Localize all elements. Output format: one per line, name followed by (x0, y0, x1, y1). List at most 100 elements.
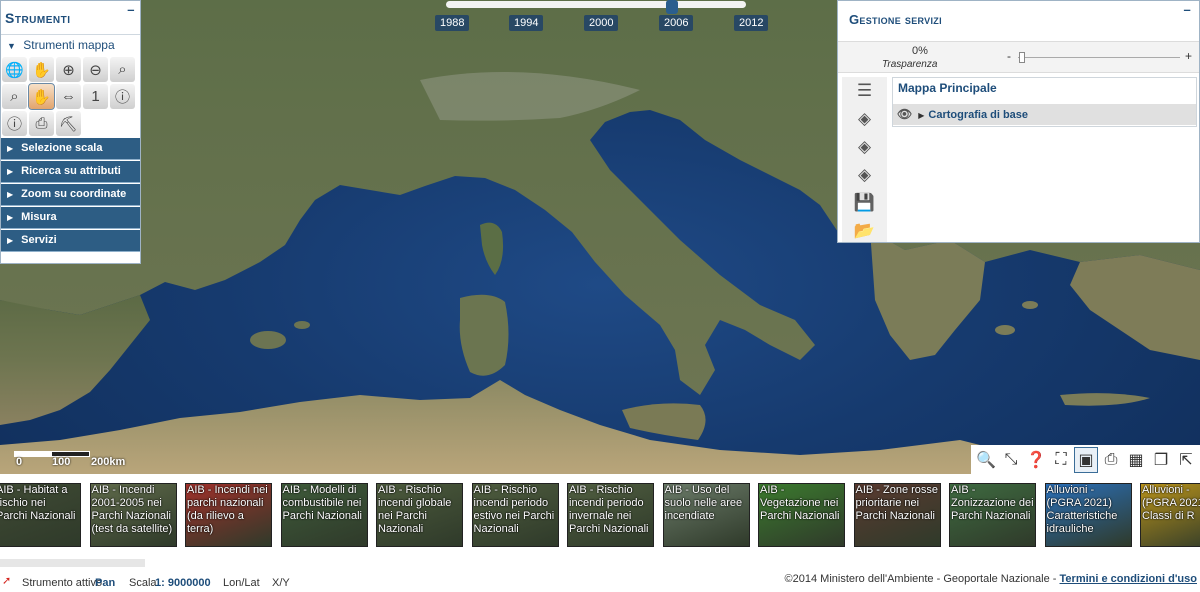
theme-card[interactable]: AIB - Modelli di combustibile nei Parchi… (280, 483, 368, 547)
year-label[interactable]: 1988 (435, 15, 470, 31)
theme-card[interactable]: AIB - Vegetazione nei Parchi Nazionali (758, 483, 845, 547)
theme-card[interactable]: AIB - Habitat a rischio nei Parchi Nazio… (0, 483, 81, 547)
theme-card-label: AIB - Rischio incendi periodo invernale … (569, 484, 649, 535)
print-icon[interactable]: ⎙ (29, 111, 54, 136)
map-tools-toggle[interactable]: ▼ Strumenti mappa (1, 34, 140, 56)
theme-card[interactable]: AIB - Incendi nei parchi nazionali (da r… (185, 483, 272, 547)
pan-active-icon[interactable]: ✋ (28, 83, 55, 110)
zoom-box-icon[interactable]: ⌕ (110, 57, 135, 82)
section-label: Ricerca su attributi (21, 165, 121, 177)
transparency-control: 0% Trasparenza - + (838, 41, 1199, 73)
status-bar: ➚ Strumento attivo Pan Scala 1: 9000000 … (0, 571, 1200, 592)
list-icon[interactable]: ☰ (842, 77, 887, 105)
zoom-extent-icon[interactable]: ⇔ (56, 84, 81, 109)
eye-icon[interactable]: 👁 (897, 107, 912, 121)
section-measure[interactable]: ▶ Misura (1, 207, 140, 229)
chevron-down-icon: ▼ (7, 41, 16, 51)
binoculars-icon[interactable]: ⛶ (1050, 448, 1072, 472)
theme-card-label: AIB - Rischio incendi globale nei Parchi… (378, 484, 452, 535)
chevron-right-icon: ▶ (7, 144, 14, 153)
time-slider-track[interactable] (446, 1, 746, 8)
themes-scrollbar[interactable] (0, 559, 145, 567)
folder-icon[interactable]: 📂 (842, 217, 887, 245)
chevron-right-icon[interactable]: ▶ (918, 111, 924, 120)
zoom-in-icon[interactable]: ⊕ (56, 57, 81, 82)
theme-card[interactable]: Alluvioni - (PGRA 2021) Caratteristiche … (1044, 483, 1132, 547)
services-side-toolbar: ☰ ◈ ◈ ◈ 💾 📂 (842, 77, 887, 242)
save-icon[interactable]: 💾 (842, 189, 887, 217)
chevron-right-icon: ▶ (7, 213, 14, 222)
print-icon[interactable]: ⎙ (1100, 448, 1122, 472)
layers-add-icon[interactable]: ◈ (842, 105, 887, 133)
grid-icon[interactable]: ▦ (1125, 448, 1147, 472)
theme-card-label: Alluvioni - (PGRA 2021) Classi di R (1142, 484, 1200, 522)
active-tool-value: Pan (95, 577, 116, 589)
transparency-slider-handle[interactable] (1019, 52, 1025, 63)
zoom-out-icon[interactable]: ⊖ (83, 57, 108, 82)
scale-value: 1: 9000000 (155, 577, 211, 589)
theme-card[interactable]: AIB - Uso del suolo nelle aree incendiat… (662, 483, 750, 547)
scale-one-icon[interactable]: 1 (83, 84, 108, 109)
export-icon[interactable]: ⇱ (1175, 448, 1197, 472)
theme-card-label: AIB - Modelli di combustibile nei Parchi… (282, 484, 362, 522)
chevron-right-icon: ▶ (7, 167, 14, 176)
theme-card[interactable]: AIB - Rischio incendi globale nei Parchi… (376, 483, 463, 547)
layers-icon[interactable]: ◈ (842, 133, 887, 161)
identify-icon[interactable]: ⓘ (2, 111, 27, 136)
year-label[interactable]: 2000 (584, 15, 619, 31)
year-label[interactable]: 2006 (659, 15, 694, 31)
theme-card[interactable]: AIB - Zone rosse prioritarie nei Parchi … (853, 483, 941, 547)
tools-panel: Strumenti – ▼ Strumenti mappa 🌐 ✋ ⊕ ⊖ ⌕ … (0, 0, 141, 264)
theme-card[interactable]: AIB - Zonizzazione dei Parchi Nazionali (949, 483, 1036, 547)
map-tools-label: Strumenti mappa (23, 38, 115, 52)
year-label[interactable]: 1994 (509, 15, 544, 31)
transparency-increase[interactable]: + (1185, 49, 1192, 63)
section-scale-selection[interactable]: ▶ Selezione scala (1, 138, 140, 160)
terms-link[interactable]: Termini e condizioni d'uso (1060, 573, 1197, 585)
help-icon[interactable]: ❓ (1025, 448, 1047, 472)
theme-card[interactable]: AIB - Incendi 2001-2005 nei Parchi Nazio… (89, 483, 177, 547)
services-panel-title: Gestione servizi (849, 12, 942, 27)
lonlat-label: Lon/Lat (223, 577, 260, 589)
theme-card[interactable]: AIB - Rischio incendi periodo invernale … (567, 483, 654, 547)
theme-card[interactable]: AIB - Rischio incendi periodo estivo nei… (471, 483, 559, 547)
collapse-icon[interactable]: ⤡ (1000, 448, 1022, 472)
time-slider[interactable]: 1988 1994 2000 2006 2012 (430, 0, 770, 34)
layers-remove-icon[interactable]: ◈ (842, 161, 887, 189)
collapse-icon[interactable]: – (1183, 2, 1191, 17)
fullscreen-icon[interactable]: ▣ (1074, 446, 1098, 473)
active-tool-label: Strumento attivo (22, 577, 103, 589)
themes-strip: AIB - Habitat a rischio nei Parchi Nazio… (0, 478, 1200, 550)
chevron-right-icon: ▶ (7, 236, 14, 245)
time-slider-thumb[interactable] (666, 0, 678, 14)
section-label: Servizi (21, 234, 57, 246)
toolbox-icon[interactable]: ⛏ (56, 111, 81, 136)
scale-bar: 0 100 200km (14, 449, 144, 469)
theme-card[interactable]: Alluvioni - (PGRA 2021) Classi di R (1140, 483, 1200, 547)
info-icon[interactable]: ⓘ (110, 84, 135, 109)
theme-card-label: AIB - Incendi 2001-2005 nei Parchi Nazio… (91, 484, 173, 535)
xy-label: X/Y (272, 577, 290, 589)
section-zoom-coordinates[interactable]: ▶ Zoom su coordinate (1, 184, 140, 206)
section-label: Zoom su coordinate (21, 188, 127, 200)
tree-root[interactable]: Mappa Principale (893, 78, 1196, 102)
overlay-icon[interactable]: ❐ (1150, 448, 1172, 472)
chevron-right-icon: ▶ (7, 190, 14, 199)
transparency-slider-track[interactable] (1018, 57, 1180, 58)
theme-card-label: AIB - Habitat a rischio nei Parchi Nazio… (0, 484, 76, 522)
section-label: Misura (21, 211, 57, 223)
transparency-decrease[interactable]: - (1007, 49, 1011, 63)
tree-node-cartografia[interactable]: 👁 ▶ Cartografia di base (893, 104, 1196, 125)
section-attribute-search[interactable]: ▶ Ricerca su attributi (1, 161, 140, 183)
year-label[interactable]: 2012 (734, 15, 769, 31)
globe-icon[interactable]: 🌐 (2, 57, 27, 82)
transparency-value: 0% (912, 45, 928, 57)
theme-card-label: AIB - Uso del suolo nelle aree incendiat… (664, 484, 743, 522)
search-icon[interactable]: 🔍 (975, 448, 997, 472)
zoom-previous-icon[interactable]: ⌕ (2, 84, 27, 109)
scale-label: Scala (129, 577, 157, 589)
theme-card-label: Alluvioni - (PGRA 2021) Caratteristiche … (1046, 484, 1118, 535)
pan-hand-icon[interactable]: ✋ (29, 57, 54, 82)
collapse-icon[interactable]: – (127, 2, 135, 17)
section-services[interactable]: ▶ Servizi (1, 230, 140, 252)
